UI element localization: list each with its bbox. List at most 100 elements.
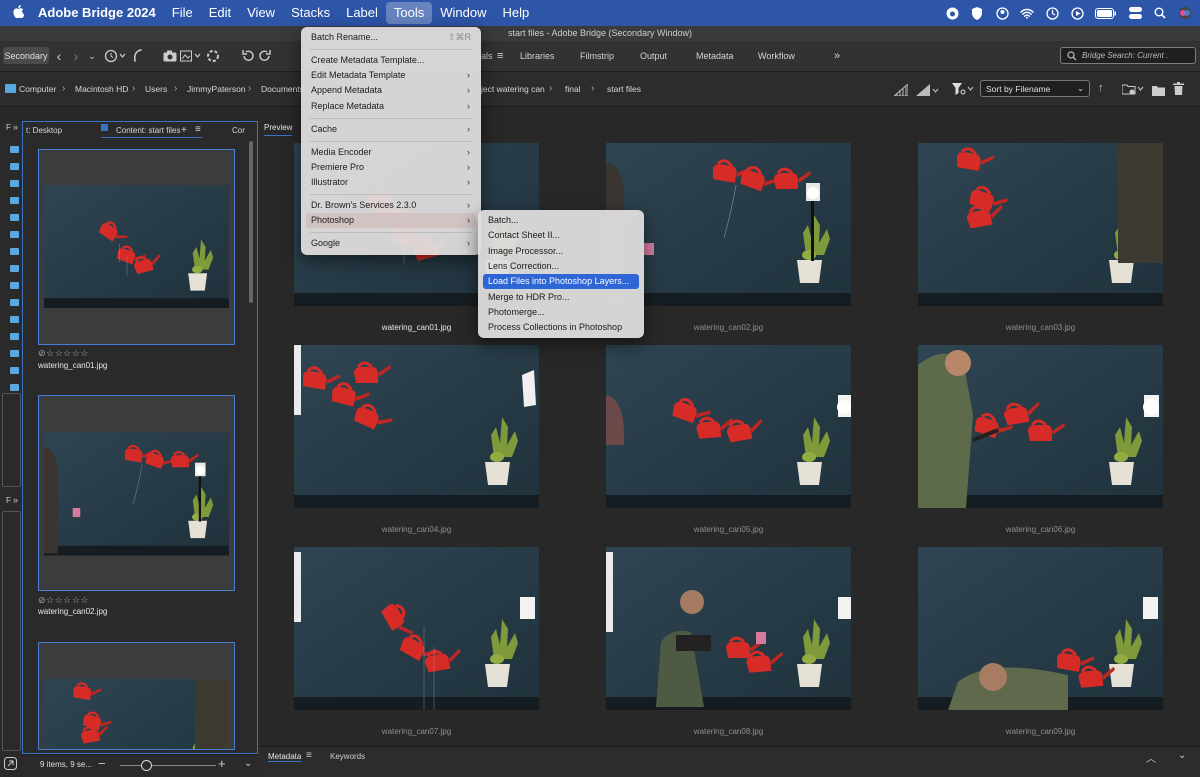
folder-icon[interactable] (10, 350, 19, 357)
expand-panel-icon[interactable]: » (13, 495, 18, 505)
menu-item-illustrator[interactable]: Illustrator › (306, 175, 476, 190)
refine-icon[interactable] (180, 46, 202, 66)
workflow-icon[interactable] (4, 757, 17, 775)
folder-icon[interactable] (10, 163, 19, 170)
tab-keywords[interactable]: Keywords (330, 752, 365, 761)
back-icon[interactable]: ‹ (53, 46, 65, 66)
preview-image-7[interactable] (294, 547, 539, 710)
workspace-output[interactable]: Output (640, 41, 667, 71)
workspace-filmstrip[interactable]: Filmstrip (580, 41, 614, 71)
breadcrumb-start-files[interactable]: start files (607, 72, 641, 106)
folder-icon[interactable] (10, 146, 19, 153)
menu-item-dr-browns-services[interactable]: Dr. Brown's Services 2.3.0 › (306, 198, 476, 213)
workspace-metadata[interactable]: Metadata (696, 41, 734, 71)
rotate-right-icon[interactable] (257, 46, 273, 66)
menu-item-replace-metadata[interactable]: Replace Metadata › (306, 99, 476, 114)
preview-image-5[interactable] (606, 345, 851, 508)
content-scrollbar[interactable] (249, 141, 253, 303)
breadcrumb-documents[interactable]: Documents (261, 72, 304, 106)
folder-icon[interactable] (10, 214, 19, 221)
folder-icon[interactable] (10, 265, 19, 272)
preview-image-9[interactable] (918, 547, 1163, 710)
rating-stars[interactable]: ⊘☆☆☆☆☆ (38, 595, 89, 606)
menu-item-media-encoder[interactable]: Media Encoder › (306, 145, 476, 160)
menu-item-google[interactable]: Google › (306, 236, 476, 251)
breadcrumb-project-watering-can[interactable]: ject watering can (481, 72, 545, 106)
submenu-item-image-processor[interactable]: Image Processor... (483, 244, 639, 259)
folder-icon[interactable] (10, 282, 19, 289)
breadcrumb-final[interactable]: final (565, 72, 581, 106)
search-icon[interactable] (1153, 6, 1167, 20)
workspace-essentials[interactable]: ials (479, 41, 493, 71)
chevron-up-icon[interactable]: ︿ (1146, 750, 1156, 765)
open-in-camera-raw-icon[interactable] (206, 46, 220, 66)
tab-folders-desktop[interactable]: t: Desktop (26, 123, 62, 138)
menu-item-premiere-pro[interactable]: Premiere Pro › (306, 160, 476, 175)
preview-image-3[interactable] (918, 143, 1163, 306)
tab-collections-fragment[interactable]: Cor (232, 123, 245, 138)
history-icon[interactable] (103, 46, 127, 66)
filter-icon[interactable] (952, 82, 976, 101)
boomerang-icon[interactable] (131, 46, 145, 66)
folder-icon[interactable] (10, 231, 19, 238)
menu-item-edit-metadata-template[interactable]: Edit Metadata Template › (306, 68, 476, 83)
submenu-item-batch[interactable]: Batch... (483, 213, 639, 228)
breadcrumb-macintosh-hd[interactable]: Macintosh HD (75, 72, 128, 106)
new-folder-options-icon[interactable] (1121, 82, 1146, 101)
rotate-left-icon[interactable] (240, 46, 256, 66)
shield-icon[interactable] (970, 6, 984, 20)
content-thumbnail-cell[interactable] (38, 642, 235, 750)
tab-preview[interactable]: Preview (264, 121, 293, 136)
panel-tab-fragment[interactable]: F (6, 123, 11, 132)
apple-menu-icon[interactable] (0, 5, 36, 21)
menu-item-batch-rename[interactable]: Batch Rename... ⇧⌘R (306, 30, 476, 45)
content-thumbnail-cell[interactable] (38, 149, 235, 345)
camera-icon[interactable] (163, 46, 177, 66)
control-center-icon[interactable] (1128, 6, 1142, 20)
preview-image-6[interactable] (918, 345, 1163, 508)
trash-icon[interactable] (1173, 82, 1184, 100)
submenu-item-photomerge[interactable]: Photomerge... (483, 305, 639, 320)
menu-item-cache[interactable]: Cache › (306, 122, 476, 137)
folder-icon[interactable] (10, 384, 19, 391)
menu-tools[interactable]: Tools (385, 2, 433, 24)
breadcrumb-jimmypaterson[interactable]: JimmyPaterson (187, 72, 246, 106)
workspace-libraries[interactable]: Libraries (520, 41, 555, 71)
folder-icon[interactable] (10, 299, 19, 306)
folder-icon[interactable] (10, 197, 19, 204)
folder-icon[interactable] (10, 316, 19, 323)
preview-image-4[interactable] (294, 345, 539, 508)
workspace-workflow[interactable]: Workflow (758, 41, 795, 71)
folder-icon[interactable] (10, 333, 19, 340)
panel-menu-icon[interactable]: ≡ (306, 750, 312, 761)
chevron-down-icon[interactable]: ⌄ (1178, 750, 1186, 761)
breadcrumb-users[interactable]: Users (145, 72, 167, 106)
expand-panel-icon[interactable]: » (13, 122, 18, 132)
chevron-down-icon[interactable]: ⌄ (244, 758, 252, 769)
workspace-switcher[interactable]: Secondary (3, 47, 49, 64)
user-circle-icon[interactable] (995, 6, 1009, 20)
menu-window[interactable]: Window (432, 2, 494, 24)
add-tab-icon[interactable]: + (181, 123, 187, 138)
folder-icon[interactable] (10, 367, 19, 374)
clock-icon[interactable] (1045, 6, 1059, 20)
submenu-item-lens-correction[interactable]: Lens Correction... (483, 259, 639, 274)
extension-icon[interactable] (945, 6, 959, 20)
submenu-item-load-files-into-layers[interactable]: Load Files into Photoshop Layers... (483, 274, 639, 289)
menu-help[interactable]: Help (495, 2, 538, 24)
zoom-out-icon[interactable]: − (98, 756, 106, 771)
menu-item-create-metadata-template[interactable]: Create Metadata Template... (306, 53, 476, 68)
tab-metadata[interactable]: Metadata (268, 752, 302, 762)
breadcrumb-computer[interactable]: Computer (19, 72, 56, 106)
play-icon[interactable] (1070, 6, 1084, 20)
zoom-in-icon[interactable]: + (218, 756, 226, 771)
tab-content-start-files[interactable]: Content: start files (116, 123, 180, 138)
app-menu[interactable]: Adobe Bridge 2024 (36, 2, 164, 24)
forward-icon[interactable]: › (70, 46, 82, 66)
wifi-icon[interactable] (1020, 6, 1034, 20)
menu-item-append-metadata[interactable]: Append Metadata › (306, 83, 476, 98)
new-folder-icon[interactable] (1152, 83, 1165, 101)
menu-stacks[interactable]: Stacks (283, 2, 338, 24)
menu-edit[interactable]: Edit (201, 2, 239, 24)
menu-item-photoshop[interactable]: Photoshop › (306, 213, 476, 228)
